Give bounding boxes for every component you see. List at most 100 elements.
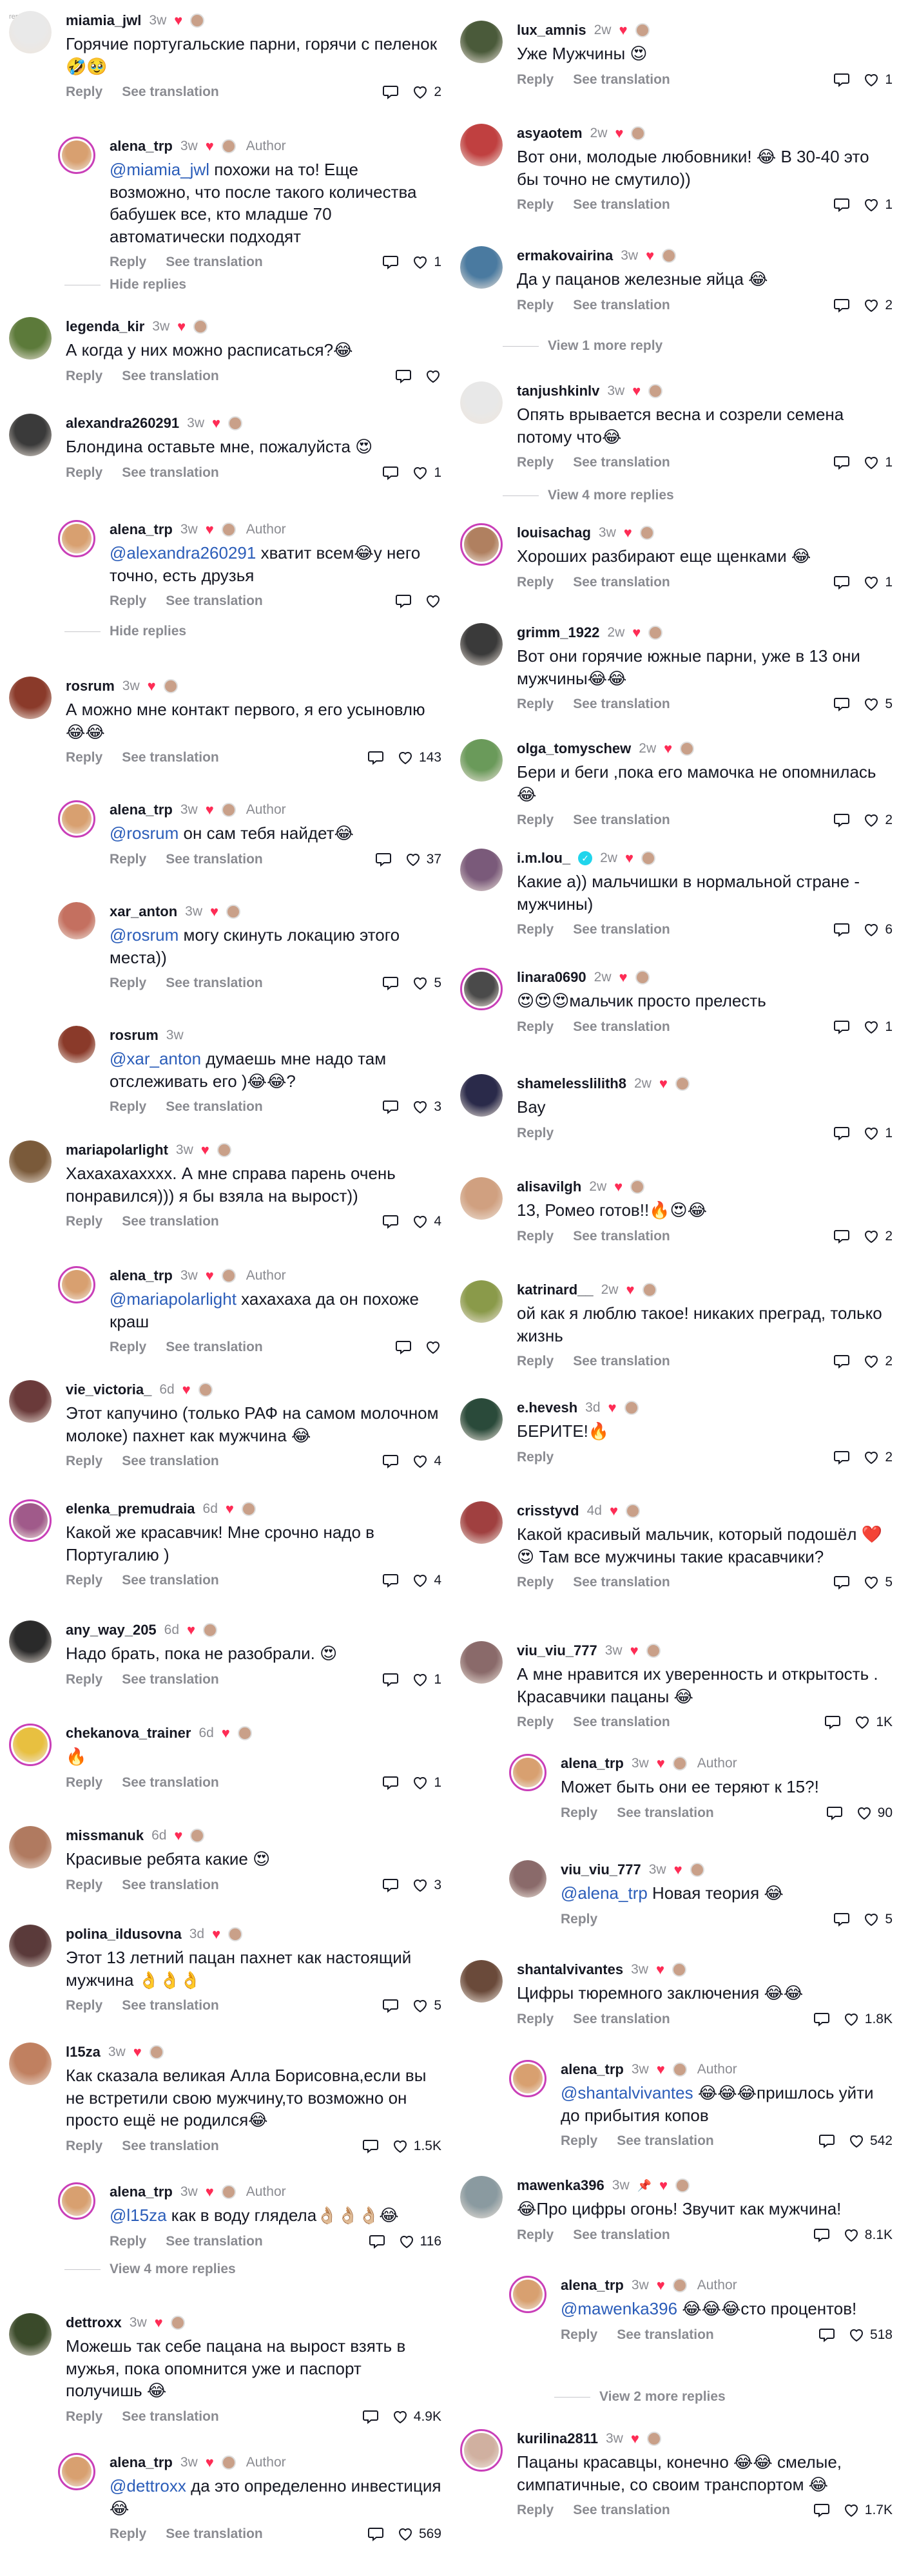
username[interactable]: alisavilgh <box>517 1178 581 1195</box>
like-button[interactable]: 8.1K <box>843 2227 893 2243</box>
comment-icon[interactable] <box>367 2526 384 2542</box>
like-button[interactable]: 90 <box>856 1805 893 1821</box>
username[interactable]: dettroxx <box>66 2314 122 2331</box>
username[interactable]: alena_trp <box>561 2061 624 2078</box>
see-translation-link[interactable]: See translation <box>122 1878 219 1893</box>
comment-icon[interactable] <box>813 2503 830 2518</box>
username[interactable]: alena_trp <box>561 2277 624 2294</box>
like-button[interactable]: 4 <box>412 1214 441 1229</box>
like-button[interactable]: 4 <box>412 1454 441 1469</box>
see-translation-link[interactable]: See translation <box>573 812 670 828</box>
like-button[interactable]: 4 <box>412 1573 441 1588</box>
comment-icon[interactable] <box>395 369 412 384</box>
see-translation-link[interactable]: See translation <box>166 852 263 867</box>
heart-outline-icon[interactable] <box>863 1229 880 1244</box>
view-more-label[interactable]: Hide replies <box>110 624 186 639</box>
reply-button[interactable]: Reply <box>66 1998 102 2014</box>
heart-outline-icon[interactable] <box>392 2409 409 2425</box>
username[interactable]: elenka_premudraia <box>66 1501 195 1517</box>
like-button[interactable]: 2 <box>863 1450 893 1465</box>
heart-outline-icon[interactable] <box>848 2133 865 2149</box>
avatar[interactable] <box>58 137 95 174</box>
reply-button[interactable]: Reply <box>66 1878 102 1893</box>
reply-button[interactable]: Reply <box>561 1805 597 1821</box>
heart-outline-icon[interactable] <box>863 697 880 712</box>
avatar[interactable] <box>58 2182 95 2220</box>
avatar[interactable] <box>460 968 503 1010</box>
reply-button[interactable]: Reply <box>517 1354 554 1369</box>
heart-outline-icon[interactable] <box>863 575 880 590</box>
like-button[interactable]: 5 <box>863 697 893 712</box>
heart-outline-icon[interactable] <box>397 750 414 765</box>
reply-button[interactable]: Reply <box>66 750 102 765</box>
view-more-label[interactable]: View 2 more replies <box>599 2389 726 2405</box>
like-button[interactable]: 5 <box>863 1912 893 1927</box>
see-translation-link[interactable]: See translation <box>166 1099 263 1115</box>
see-translation-link[interactable]: See translation <box>617 2327 714 2343</box>
view-more-replies-button[interactable]: View 4 more replies <box>64 2262 236 2277</box>
avatar[interactable] <box>460 381 503 424</box>
avatar[interactable] <box>460 1641 503 1684</box>
comment-icon[interactable] <box>833 197 850 213</box>
view-more-replies-button[interactable]: Hide replies <box>64 277 186 293</box>
heart-outline-icon[interactable] <box>412 1099 429 1115</box>
see-translation-link[interactable]: See translation <box>573 2227 670 2243</box>
comment-icon[interactable] <box>395 593 412 609</box>
avatar[interactable] <box>9 1925 52 1967</box>
username[interactable]: kurilina2811 <box>517 2430 598 2447</box>
username[interactable]: lux_amnis <box>517 22 586 39</box>
comment-icon[interactable] <box>833 1575 850 1590</box>
like-button[interactable]: 2 <box>863 812 893 828</box>
avatar[interactable] <box>460 246 503 289</box>
reply-button[interactable]: Reply <box>517 1229 554 1244</box>
reply-button[interactable]: Reply <box>517 575 554 590</box>
reply-button[interactable]: Reply <box>517 1019 554 1035</box>
heart-outline-icon[interactable] <box>863 1450 880 1465</box>
avatar[interactable] <box>58 1266 95 1303</box>
comment-icon[interactable] <box>818 2327 835 2343</box>
avatar[interactable] <box>58 800 95 838</box>
username[interactable]: missmanuk <box>66 1827 144 1844</box>
avatar[interactable] <box>58 520 95 557</box>
mention-link[interactable]: @l15za <box>110 2206 167 2225</box>
reply-button[interactable]: Reply <box>66 1214 102 1229</box>
reply-button[interactable]: Reply <box>66 1672 102 1687</box>
heart-outline-icon[interactable] <box>863 298 880 313</box>
heart-outline-icon[interactable] <box>412 1454 429 1469</box>
like-button[interactable] <box>425 369 441 384</box>
avatar[interactable] <box>9 1499 52 1542</box>
like-button[interactable]: 3 <box>412 1099 441 1115</box>
heart-outline-icon[interactable] <box>863 1575 880 1590</box>
avatar[interactable] <box>460 1501 503 1544</box>
comment-icon[interactable] <box>833 1354 850 1369</box>
comment-icon[interactable] <box>833 72 850 88</box>
avatar[interactable] <box>460 1398 503 1441</box>
heart-outline-icon[interactable] <box>863 1912 880 1927</box>
see-translation-link[interactable]: See translation <box>122 1998 219 2014</box>
comment-icon[interactable] <box>826 1805 843 1821</box>
reply-button[interactable]: Reply <box>517 72 554 88</box>
like-button[interactable]: 1 <box>863 197 893 213</box>
reply-button[interactable]: Reply <box>517 812 554 828</box>
comment-icon[interactable] <box>833 1912 850 1927</box>
reply-button[interactable]: Reply <box>110 2526 146 2542</box>
like-button[interactable]: 5 <box>863 1575 893 1590</box>
heart-outline-icon[interactable] <box>863 72 880 88</box>
reply-button[interactable]: Reply <box>561 1912 597 1927</box>
comment-icon[interactable] <box>833 1450 850 1465</box>
username[interactable]: l15za <box>66 2044 101 2061</box>
like-button[interactable]: 569 <box>397 2526 441 2542</box>
reply-button[interactable]: Reply <box>561 2133 597 2149</box>
username[interactable]: viu_viu_777 <box>561 1861 641 1878</box>
heart-outline-icon[interactable] <box>397 2526 414 2542</box>
mention-link[interactable]: @mariapolarlight <box>110 1289 237 1309</box>
mention-link[interactable]: @alena_trp <box>561 1883 648 1903</box>
heart-outline-icon[interactable] <box>412 1998 429 2014</box>
heart-outline-icon[interactable] <box>854 1715 871 1730</box>
username[interactable]: asyaotem <box>517 125 583 142</box>
view-more-label[interactable]: Hide replies <box>110 277 186 293</box>
like-button[interactable]: 116 <box>398 2234 441 2249</box>
reply-button[interactable]: Reply <box>66 369 102 384</box>
comment-icon[interactable] <box>362 2409 379 2425</box>
avatar[interactable] <box>9 677 52 719</box>
